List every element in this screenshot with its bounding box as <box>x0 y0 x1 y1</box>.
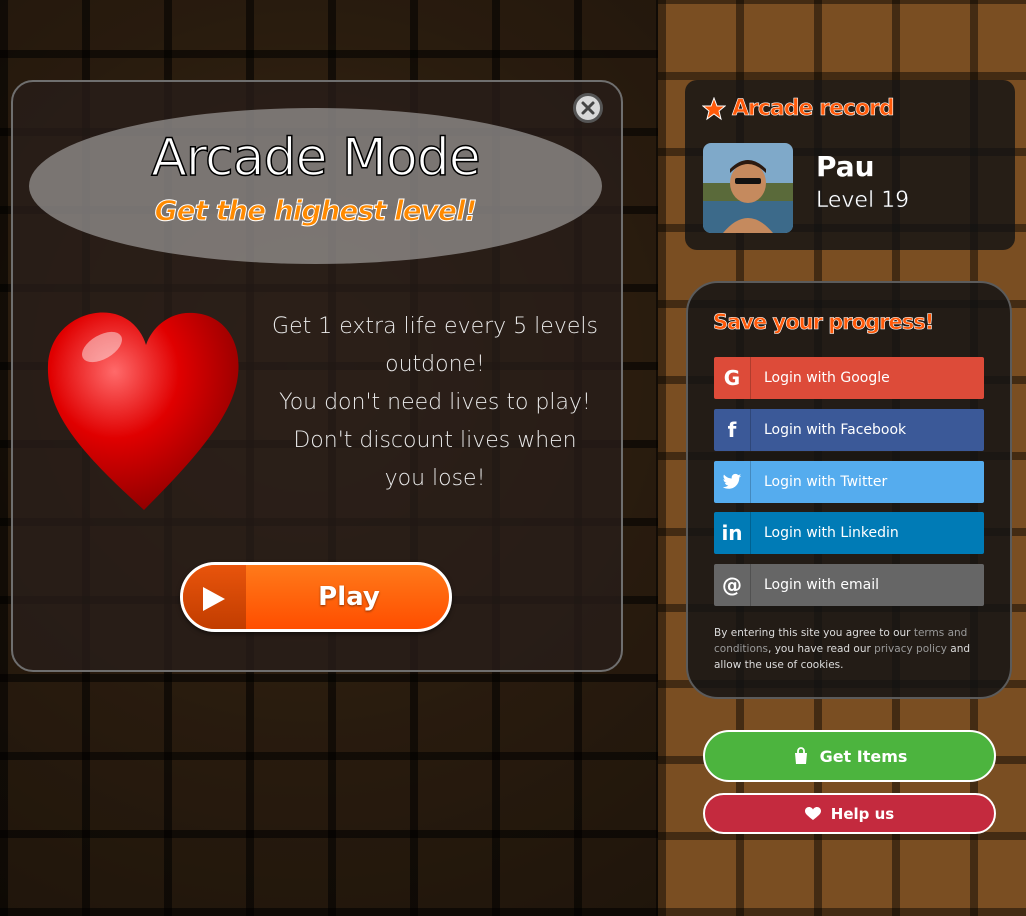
login-google-button[interactable]: G Login with Google <box>714 357 984 399</box>
get-items-button[interactable]: Get Items <box>703 730 996 782</box>
save-progress-title: Save your progress! <box>713 310 935 335</box>
login-linkedin-label: Login with Linkedin <box>764 525 899 541</box>
legal-notice: By entering this site you agree to our t… <box>714 625 984 673</box>
play-icon <box>203 587 225 611</box>
login-twitter-button[interactable]: Login with Twitter <box>714 461 984 503</box>
player-name: Pau <box>816 150 875 183</box>
arcade-record-title: Arcade record <box>702 96 895 122</box>
close-icon <box>581 101 595 115</box>
login-linkedin-button[interactable]: in Login with Linkedin <box>714 512 984 554</box>
avatar <box>703 143 793 233</box>
facebook-icon: f <box>714 409 751 451</box>
heart-icon <box>47 312 239 510</box>
email-icon: @ <box>714 564 751 606</box>
player-level: Level 19 <box>816 188 910 214</box>
info-line: Don't discount lives when you lose! <box>293 428 577 491</box>
help-us-button[interactable]: Help us <box>703 793 996 834</box>
legal-middle: , you have read our <box>768 643 875 655</box>
login-facebook-button[interactable]: f Login with Facebook <box>714 409 984 451</box>
modal-subtitle: Get the highest level! <box>154 194 478 228</box>
help-us-label: Help us <box>830 804 895 823</box>
info-line: Get 1 extra life every 5 levels outdone! <box>272 314 598 377</box>
login-email-button[interactable]: @ Login with email <box>714 564 984 606</box>
play-label: Play <box>318 582 380 612</box>
login-email-label: Login with email <box>764 577 879 593</box>
login-facebook-label: Login with Facebook <box>764 422 907 438</box>
shopping-bag-icon <box>794 747 807 764</box>
linkedin-icon: in <box>714 512 751 554</box>
info-line: You don't need lives to play! <box>279 390 591 415</box>
privacy-link[interactable]: privacy policy <box>874 643 947 655</box>
twitter-icon <box>714 461 751 503</box>
modal-title: Arcade Mode <box>151 127 482 189</box>
google-icon: G <box>714 357 751 399</box>
star-icon <box>702 96 726 120</box>
play-button[interactable]: Play <box>180 562 452 632</box>
arcade-record-label: Arcade record <box>732 96 895 122</box>
close-button[interactable] <box>573 93 603 123</box>
heart-small-icon <box>804 806 821 820</box>
login-google-label: Login with Google <box>764 370 890 386</box>
arcade-info: Get 1 extra life every 5 levels outdone!… <box>270 308 600 498</box>
get-items-label: Get Items <box>819 746 908 766</box>
login-twitter-label: Login with Twitter <box>764 474 888 490</box>
legal-prefix: By entering this site you agree to our <box>714 627 914 639</box>
